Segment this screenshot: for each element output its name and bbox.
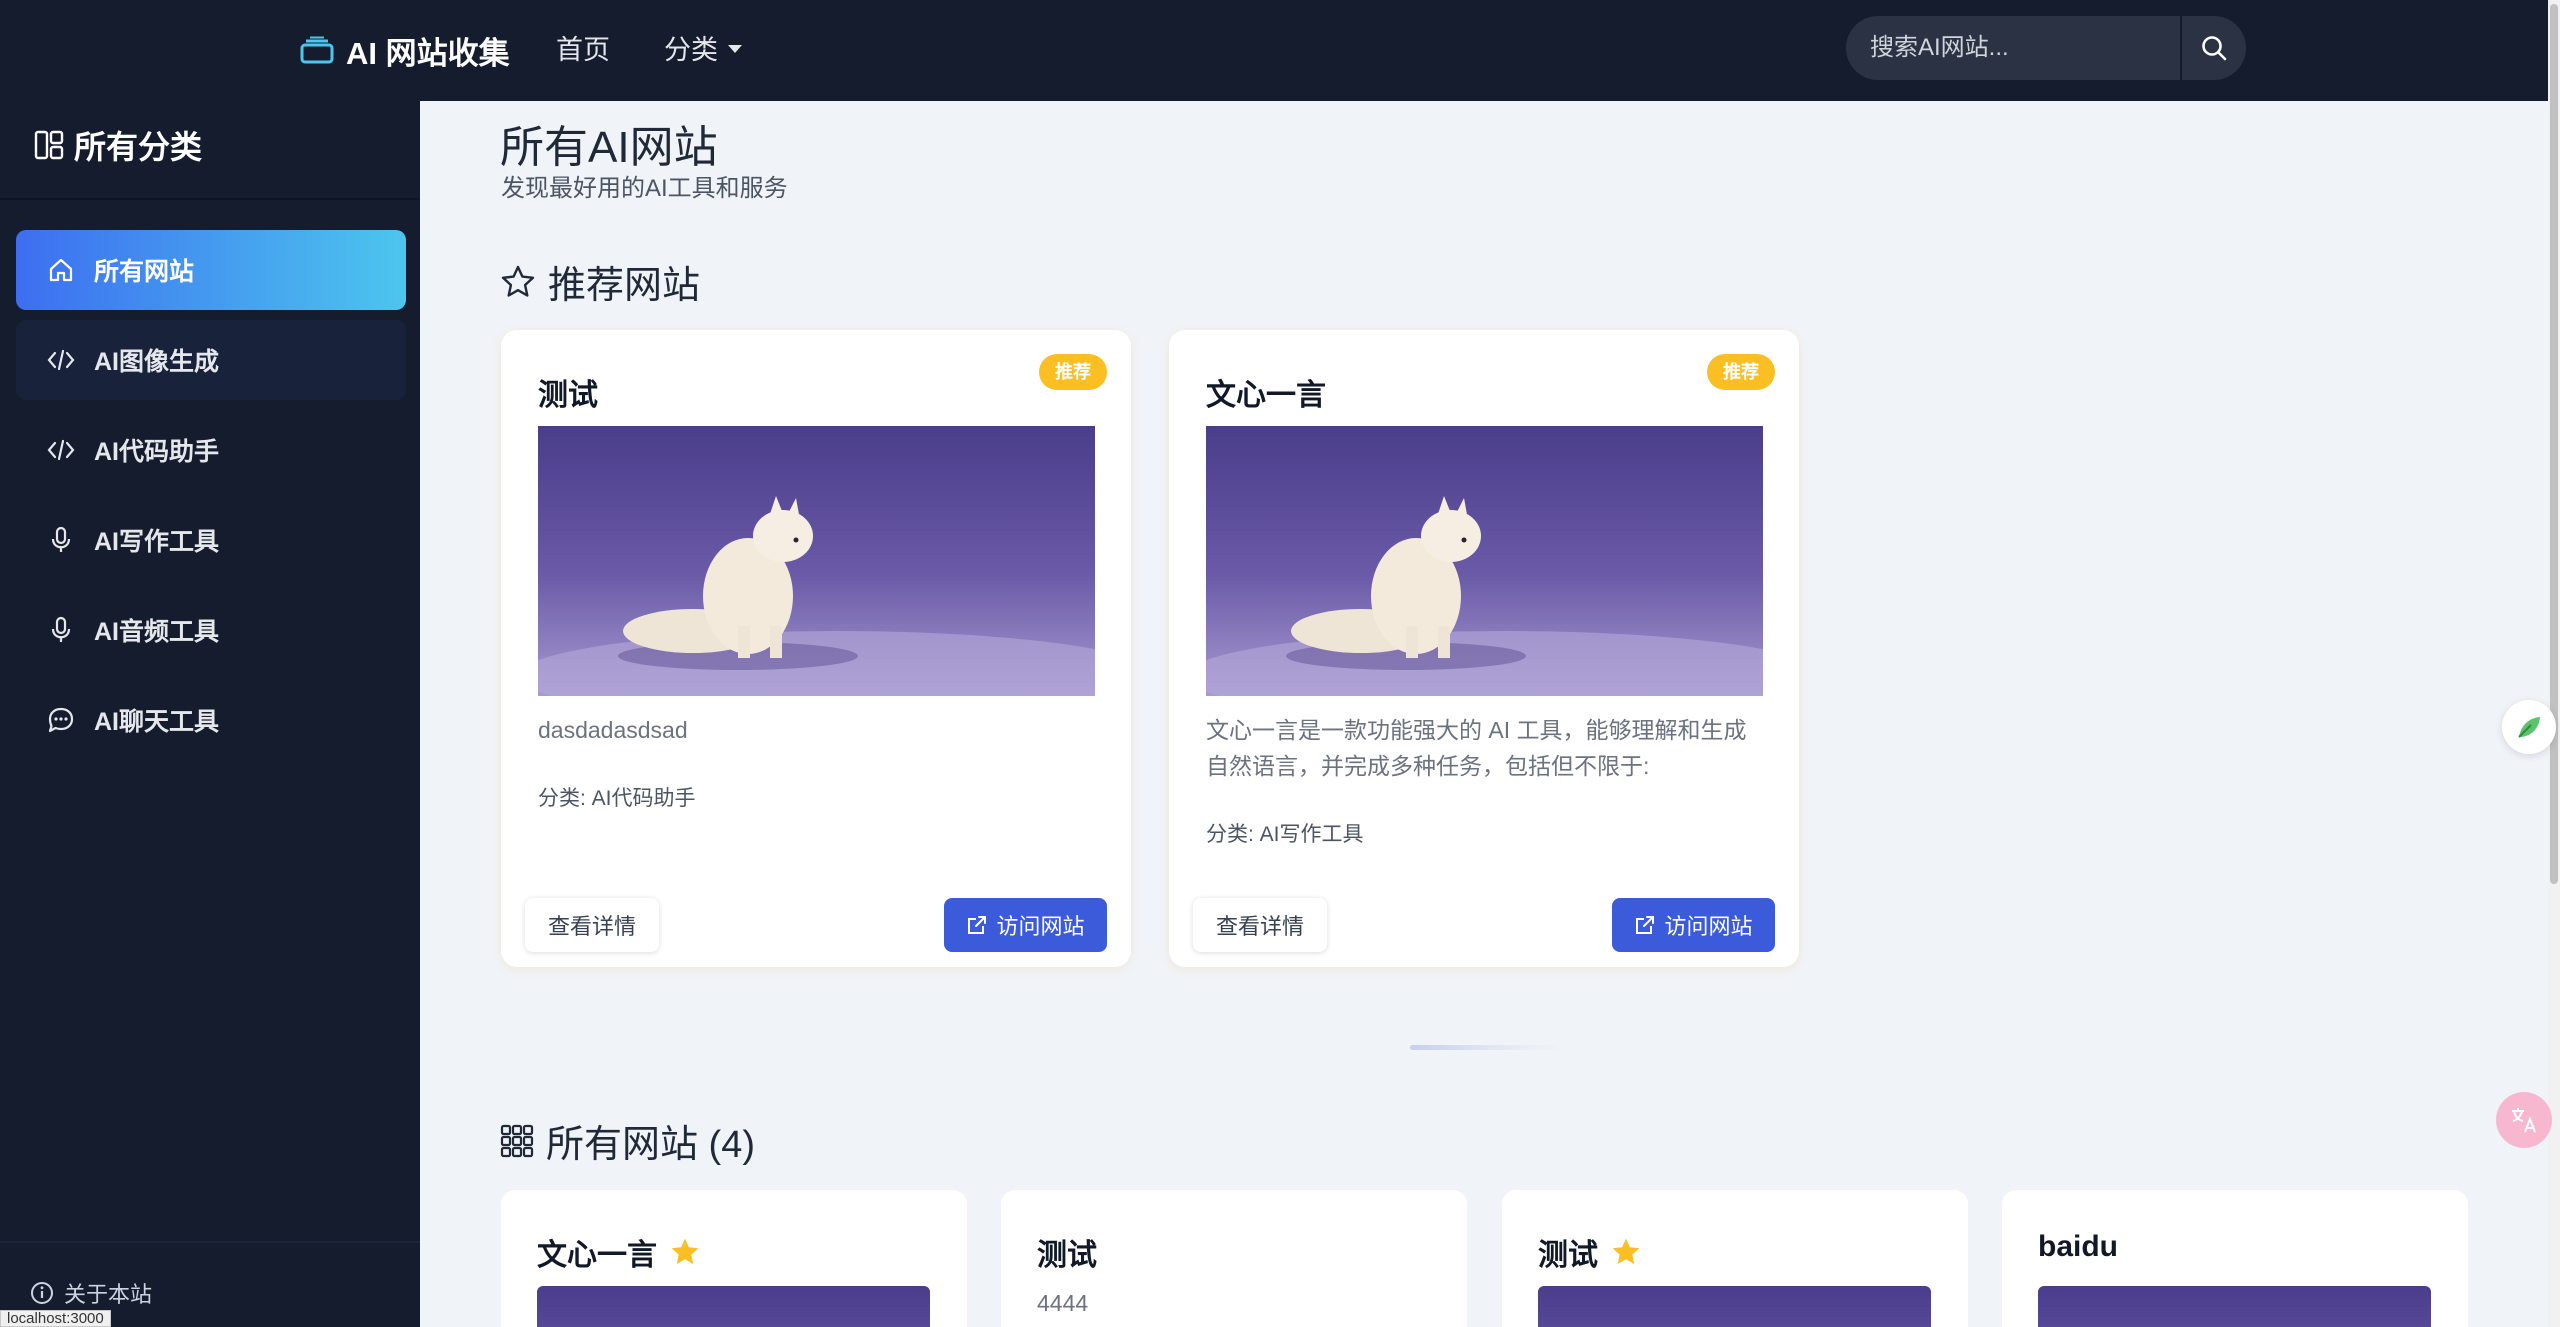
site-card[interactable]: 测试: [1502, 1190, 1968, 1327]
card-title: 测试: [1037, 1239, 1097, 1272]
recommended-title: 推荐网站: [548, 265, 701, 307]
nav-home-link[interactable]: 首页: [556, 30, 610, 70]
code-icon: [46, 435, 76, 465]
brand-title: AI 网站收集: [346, 35, 510, 71]
visit-site-button[interactable]: 访问网站: [944, 898, 1107, 952]
card-category: 分类: AI代码助手: [538, 787, 696, 810]
visit-site-button[interactable]: 访问网站: [1612, 898, 1775, 952]
info-icon: [31, 1282, 53, 1304]
recommend-badge: 推荐: [1707, 354, 1775, 390]
site-card[interactable]: 文心一言: [501, 1190, 967, 1327]
nav-category-label: 分类: [664, 35, 718, 65]
sidebar-item-label: AI聊天工具: [94, 708, 220, 736]
recommended-section-title: 推荐网站: [500, 254, 700, 309]
page-title: 所有AI网站: [500, 123, 718, 172]
star-filled-icon: [1612, 1238, 1640, 1264]
nav-category-dropdown[interactable]: 分类: [664, 30, 742, 70]
card-thumbnail-image: [537, 1286, 930, 1327]
card-description: 文心一言是一款功能强大的 AI 工具，能够理解和生成自然语言，并完成多种任务，包…: [1206, 717, 1747, 779]
microphone-icon: [46, 615, 76, 645]
search-input[interactable]: [1846, 16, 2180, 80]
sidebar-item-label: AI写作工具: [94, 528, 220, 556]
page-subtitle: 发现最好用的AI工具和服务: [501, 175, 788, 202]
card-title: 测试: [538, 379, 598, 412]
sidebar: 所有分类 所有网站 AI图像生成 AI代码助手 AI写作工具 AI音频工具 AI…: [0, 101, 420, 1327]
visit-site-label: 访问网站: [1664, 914, 1753, 939]
site-card[interactable]: baidu: [2002, 1190, 2468, 1327]
card-title: baidu: [2038, 1230, 2118, 1263]
card-title-row: 文心一言: [537, 1230, 701, 1274]
sidebar-item-ai-chat[interactable]: AI聊天工具: [16, 680, 406, 760]
sidebar-item-label: AI代码助手: [94, 438, 220, 466]
grid-icon: [500, 1124, 534, 1157]
star-outline-icon: [501, 265, 535, 297]
card-title: 测试: [1538, 1239, 1598, 1272]
card-category: 分类: AI写作工具: [1206, 823, 1364, 846]
card-title-row: 测试: [1037, 1230, 1097, 1274]
card-description: dasdadasdsad: [538, 717, 688, 743]
main-content: 所有AI网站 发现最好用的AI工具和服务 推荐网站 推荐 测试 dasdadas…: [420, 101, 2548, 1327]
recommended-card[interactable]: 推荐 测试 dasdadasdsad 分类: AI代码助手 查看详情 访问网站: [501, 330, 1131, 967]
brand-logo[interactable]: AI 网站收集: [300, 30, 510, 71]
external-link-icon: [968, 916, 987, 934]
star-filled-icon: [671, 1238, 699, 1264]
sidebar-item-label: AI图像生成: [94, 348, 220, 376]
about-link[interactable]: 关于本站: [30, 1277, 152, 1309]
grid-layout-icon: [34, 130, 64, 160]
card-thumbnail-image: [538, 426, 1095, 696]
sidebar-item-ai-code[interactable]: AI代码助手: [16, 410, 406, 490]
sidebar-item-label: AI音频工具: [94, 618, 220, 646]
view-details-button[interactable]: 查看详情: [1193, 898, 1327, 952]
search-button[interactable]: [2180, 16, 2246, 80]
all-sites-title: 所有网站 (4): [546, 1124, 756, 1166]
about-label: 关于本站: [64, 1282, 153, 1307]
card-thumbnail-image: [2038, 1286, 2431, 1327]
site-card[interactable]: 测试 4444: [1001, 1190, 1467, 1327]
code-icon: [46, 345, 76, 375]
sidebar-item-ai-image[interactable]: AI图像生成: [16, 320, 406, 400]
recommended-card[interactable]: 推荐 文心一言 文心一言是一款功能强大的 AI 工具，能够理解和生成自然语言，并: [1169, 330, 1799, 967]
recommend-badge: 推荐: [1039, 354, 1107, 390]
microphone-icon: [46, 525, 76, 555]
sidebar-divider: [0, 198, 420, 200]
card-description: 4444: [1037, 1290, 1089, 1316]
sidebar-footer-divider: [0, 1241, 420, 1243]
sidebar-title: 所有分类: [74, 129, 203, 165]
card-title-row: baidu: [2038, 1230, 2118, 1264]
sidebar-item-all-sites[interactable]: 所有网站: [16, 230, 406, 310]
sidebar-item-ai-writing[interactable]: AI写作工具: [16, 500, 406, 580]
visit-site-label: 访问网站: [996, 914, 1085, 939]
search-icon: [2202, 36, 2227, 61]
all-sites-section-title: 所有网站 (4): [500, 1113, 755, 1168]
sidebar-header: 所有分类: [34, 123, 202, 167]
scrollbar-thumb[interactable]: [2550, 4, 2558, 884]
caret-down-icon: [728, 44, 742, 53]
sidebar-item-label: 所有网站: [94, 258, 195, 286]
card-title: 文心一言: [1206, 379, 1326, 412]
view-details-button[interactable]: 查看详情: [525, 898, 659, 952]
card-thumbnail-image: [1206, 426, 1763, 696]
card-title-row: 测试: [1538, 1230, 1642, 1274]
carousel-indicator: [1410, 1045, 1560, 1050]
card-title: 文心一言: [537, 1239, 657, 1272]
search-box: [1846, 16, 2246, 80]
leaf-extension-icon[interactable]: [2502, 700, 2556, 754]
layers-icon: [300, 36, 334, 64]
external-link-icon: [1636, 916, 1655, 934]
status-bar-url: localhost:3000: [0, 1310, 111, 1327]
translate-extension-icon[interactable]: [2496, 1092, 2552, 1148]
top-navbar: AI 网站收集 首页 分类: [0, 0, 2548, 101]
sidebar-item-ai-audio[interactable]: AI音频工具: [16, 590, 406, 670]
card-thumbnail-image: [1538, 1286, 1931, 1327]
chat-icon: [46, 705, 76, 735]
home-icon: [46, 255, 76, 285]
